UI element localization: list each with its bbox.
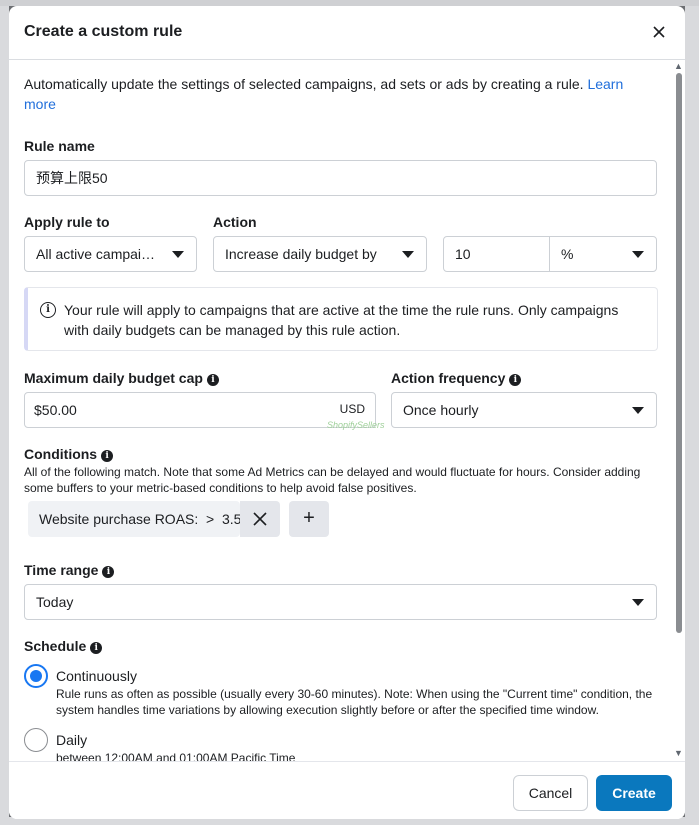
modal-title: Create a custom rule <box>24 23 183 40</box>
info-icon: i <box>40 302 56 318</box>
schedule-daily-description: between 12:00AM and 01:00AM Pacific Time <box>56 751 296 761</box>
chevron-down-icon <box>402 251 414 258</box>
info-icon[interactable]: i <box>102 566 115 578</box>
apply-rule-to-value: All active campai… <box>36 246 156 262</box>
apply-rule-to-select[interactable]: All active campai… <box>24 236 197 272</box>
info-icon[interactable]: i <box>509 374 522 386</box>
close-icon <box>653 26 665 38</box>
budget-cap-input[interactable]: $50.00 USD <box>24 392 376 428</box>
rule-name-label: Rule name <box>24 138 95 154</box>
schedule-daily-label[interactable]: Daily <box>56 732 87 748</box>
schedule-label-text: Schedule <box>24 638 87 654</box>
time-range-value: Today <box>36 594 74 610</box>
conditions-label: Conditions i <box>24 446 114 462</box>
modal-scrollbar[interactable]: ▲ ▼ <box>673 61 683 761</box>
action-frequency-label: Action frequency i <box>391 370 522 386</box>
cancel-button[interactable]: Cancel <box>513 775 588 811</box>
scroll-up-arrow-icon[interactable]: ▲ <box>674 61 683 71</box>
info-icon[interactable]: i <box>90 642 103 654</box>
modal-body: Automatically update the settings of sel… <box>9 61 671 761</box>
conditions-description: All of the following match. Note that so… <box>24 465 641 495</box>
close-icon <box>253 512 267 526</box>
condition-text: Website purchase ROAS: > 3.5 <box>39 511 242 527</box>
action-amount-input[interactable]: 10 <box>443 236 550 272</box>
chevron-down-icon <box>172 251 184 258</box>
modal-header: Create a custom rule <box>9 6 685 60</box>
budget-cap-value: $50.00 <box>34 402 77 418</box>
action-frequency-select[interactable]: Once hourly <box>391 392 657 428</box>
schedule-daily-radio[interactable] <box>24 728 48 752</box>
chevron-down-icon <box>632 251 644 258</box>
apply-rule-to-label: Apply rule to <box>24 214 110 230</box>
condition-chip[interactable]: Website purchase ROAS: > 3.5 <box>28 501 242 537</box>
chevron-down-icon <box>632 407 644 414</box>
action-select[interactable]: Increase daily budget by <box>213 236 427 272</box>
action-label: Action <box>213 214 257 230</box>
chevron-down-icon <box>632 599 644 606</box>
action-unit-value: % <box>561 246 574 262</box>
notice-text: Your rule will apply to campaigns that a… <box>64 302 619 338</box>
time-range-label: Time range i <box>24 562 115 578</box>
intro-description: Automatically update the settings of sel… <box>24 76 584 92</box>
budget-cap-label: Maximum daily budget cap i <box>24 370 219 386</box>
schedule-continuously-description: Rule runs as often as possible (usually … <box>56 687 653 717</box>
create-button[interactable]: Create <box>596 775 672 811</box>
time-range-select[interactable]: Today <box>24 584 657 620</box>
budget-cap-label-text: Maximum daily budget cap <box>24 370 203 386</box>
backdrop-right-edge <box>685 0 699 825</box>
remove-condition-button[interactable] <box>240 501 280 537</box>
backdrop-left-edge <box>0 0 9 825</box>
schedule-label: Schedule i <box>24 638 103 654</box>
info-icon[interactable]: i <box>101 450 114 462</box>
intro-text: Automatically update the settings of sel… <box>24 74 654 114</box>
watermark-logo: ShopifySellers <box>327 420 385 430</box>
scroll-down-arrow-icon[interactable]: ▼ <box>674 748 683 758</box>
schedule-continuously-label[interactable]: Continuously <box>56 668 137 684</box>
info-notice: i Your rule will apply to campaigns that… <box>24 287 658 351</box>
add-condition-button[interactable]: + <box>289 501 329 537</box>
rule-name-input[interactable]: 预算上限50 <box>24 160 657 196</box>
action-frequency-value: Once hourly <box>403 402 479 418</box>
conditions-label-text: Conditions <box>24 446 98 462</box>
action-frequency-label-text: Action frequency <box>391 370 506 386</box>
info-icon[interactable]: i <box>206 374 219 386</box>
action-value: Increase daily budget by <box>225 246 377 262</box>
modal-footer: Cancel Create <box>9 761 685 819</box>
create-rule-modal: Create a custom rule Automatically updat… <box>9 6 685 819</box>
close-button[interactable] <box>650 23 668 41</box>
action-unit-select[interactable]: % <box>549 236 657 272</box>
time-range-label-text: Time range <box>24 562 99 578</box>
scroll-thumb[interactable] <box>676 73 682 633</box>
schedule-continuously-radio[interactable] <box>24 664 48 688</box>
